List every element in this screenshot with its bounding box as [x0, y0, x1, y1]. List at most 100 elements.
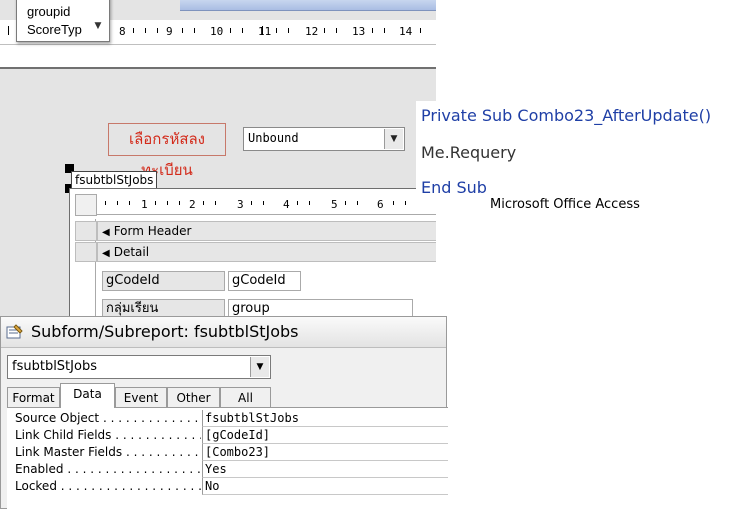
section-arrow-icon: ◀ [102, 227, 110, 238]
tab-all[interactable]: All [220, 387, 271, 407]
tab-data[interactable]: Data [60, 383, 115, 408]
ruler-number: 5 [331, 198, 338, 211]
ruler-tick [167, 201, 168, 205]
section-selector[interactable] [75, 242, 97, 262]
page-header-band [0, 45, 436, 69]
property-value[interactable]: Yes [202, 461, 448, 478]
ruler-tick [297, 201, 298, 205]
ruler-tick [230, 28, 231, 33]
ruler-tick [117, 201, 118, 205]
chevron-down-icon[interactable]: ▼ [91, 19, 105, 33]
field-list-dropdown[interactable]: groupid ScoreTyp ▼ [16, 0, 110, 42]
ruler-tick [215, 201, 216, 205]
ruler-tick [420, 28, 421, 33]
ruler-tick [263, 201, 264, 205]
ruler-tick [405, 201, 406, 205]
property-row[interactable]: Source Object . . . . . . . . . . . . . … [7, 410, 448, 427]
ruler-tick [179, 201, 180, 205]
ruler-tick [194, 28, 195, 33]
tab-other[interactable]: Other [167, 387, 220, 407]
ruler-tick [129, 201, 130, 205]
ruler-number: 1 [141, 198, 148, 211]
ruler-number: 11 [258, 25, 272, 38]
chevron-down-icon[interactable]: ▼ [384, 129, 403, 149]
section-arrow-icon: ◀ [102, 248, 110, 259]
ruler-tick [145, 28, 146, 33]
code-line: Private Sub Combo23_AfterUpdate() [421, 106, 712, 125]
section-selector[interactable] [75, 221, 97, 241]
property-name: Link Master Fields . . . . . . . . . . .… [15, 445, 201, 459]
detail-section[interactable]: ◀ Detail [97, 242, 436, 262]
ruler-mark [8, 26, 9, 35]
tab-event[interactable]: Event [115, 387, 167, 407]
subform-ruler: 1 2 3 4 5 6 [97, 194, 436, 215]
ruler-number: 6 [377, 198, 384, 211]
property-value[interactable]: fsubtblStJobs [202, 410, 448, 427]
property-sheet[interactable]: Subform/Subreport: fsubtblStJobs fsubtbl… [0, 316, 448, 510]
ruler-tick [393, 201, 394, 205]
ruler-number: 4 [283, 198, 290, 211]
ruler-number: 10 [210, 25, 224, 38]
ruler-tick [309, 201, 310, 205]
property-name: Link Child Fields . . . . . . . . . . . … [15, 428, 201, 442]
property-row[interactable]: Link Child Fields . . . . . . . . . . . … [7, 427, 448, 444]
ruler-number: 2 [189, 198, 196, 211]
ruler-tick [251, 201, 252, 205]
object-selector-value: fsubtblStJobs [12, 359, 97, 374]
ruler-number: 14 [399, 25, 413, 38]
section-label: Form Header [113, 224, 192, 238]
ruler-tick [345, 201, 346, 205]
field-list-item[interactable]: groupid [27, 4, 70, 19]
ruler-tick [372, 28, 373, 33]
ruler-tick [242, 28, 243, 33]
ruler-tick [336, 28, 337, 33]
combo-value: Unbound [248, 131, 299, 145]
ruler-number: 3 [237, 198, 244, 211]
section-label: Detail [113, 245, 150, 259]
subform-name-tag[interactable]: fsubtblStJobs [71, 171, 158, 189]
property-name: Enabled . . . . . . . . . . . . . . . . … [15, 462, 201, 476]
object-selector[interactable]: fsubtblStJobs ▼ [7, 355, 271, 379]
combo-label[interactable]: เลือกรหัสลงทะเบียน [108, 123, 226, 179]
property-sheet-title: Subform/Subreport: fsubtblStJobs [31, 322, 299, 341]
ruler-tick [357, 201, 358, 205]
property-value[interactable]: [gCodeId] [202, 427, 448, 444]
property-row[interactable]: Locked . . . . . . . . . . . . . . . . .… [7, 478, 448, 495]
property-grid[interactable]: Source Object . . . . . . . . . . . . . … [7, 407, 448, 510]
ruler-tick [288, 28, 289, 33]
ruler-tick [276, 28, 277, 33]
field-list-item[interactable]: ScoreTyp [27, 22, 82, 37]
property-value[interactable]: No [202, 478, 448, 495]
unbound-combo-box[interactable]: Unbound ▼ [243, 127, 405, 151]
taskbar-fragment: Microsoft Office Access [416, 198, 729, 212]
property-value[interactable]: [Combo23] [202, 444, 448, 461]
ruler-tick [182, 28, 183, 33]
vba-code-snippet: Private Sub Combo23_AfterUpdate() Me.Req… [416, 101, 729, 206]
tab-format[interactable]: Format [7, 387, 60, 407]
property-name: Locked . . . . . . . . . . . . . . . . .… [15, 479, 201, 493]
ruler-tick [157, 28, 158, 33]
form-header-section[interactable]: ◀ Form Header [97, 221, 436, 241]
ruler-number: 8 [119, 25, 126, 38]
field-textbox[interactable]: gCodeId [228, 271, 301, 291]
ruler-tick [105, 201, 106, 205]
properties-icon [6, 324, 23, 339]
ruler-tick [155, 201, 156, 205]
property-name: Source Object . . . . . . . . . . . . . … [15, 411, 201, 425]
property-sheet-titlebar[interactable]: Subform/Subreport: fsubtblStJobs [1, 317, 446, 348]
field-label[interactable]: gCodeId [102, 271, 225, 291]
code-line: End Sub [421, 178, 487, 197]
ribbon-toolbar[interactable] [180, 0, 436, 11]
ruler-tick [324, 28, 325, 33]
chevron-down-icon[interactable]: ▼ [250, 357, 269, 377]
ruler-number: 9 [166, 25, 173, 38]
ruler-tick [133, 28, 134, 33]
ruler-tick [384, 28, 385, 33]
taskbar-title: Microsoft Office Access [490, 198, 640, 212]
ruler-tick [203, 201, 204, 205]
form-selector[interactable] [75, 194, 97, 216]
property-row[interactable]: Link Master Fields . . . . . . . . . . .… [7, 444, 448, 461]
ruler-mark [262, 26, 263, 35]
code-line: Me.Requery [421, 143, 517, 162]
property-row[interactable]: Enabled . . . . . . . . . . . . . . . . … [7, 461, 448, 478]
